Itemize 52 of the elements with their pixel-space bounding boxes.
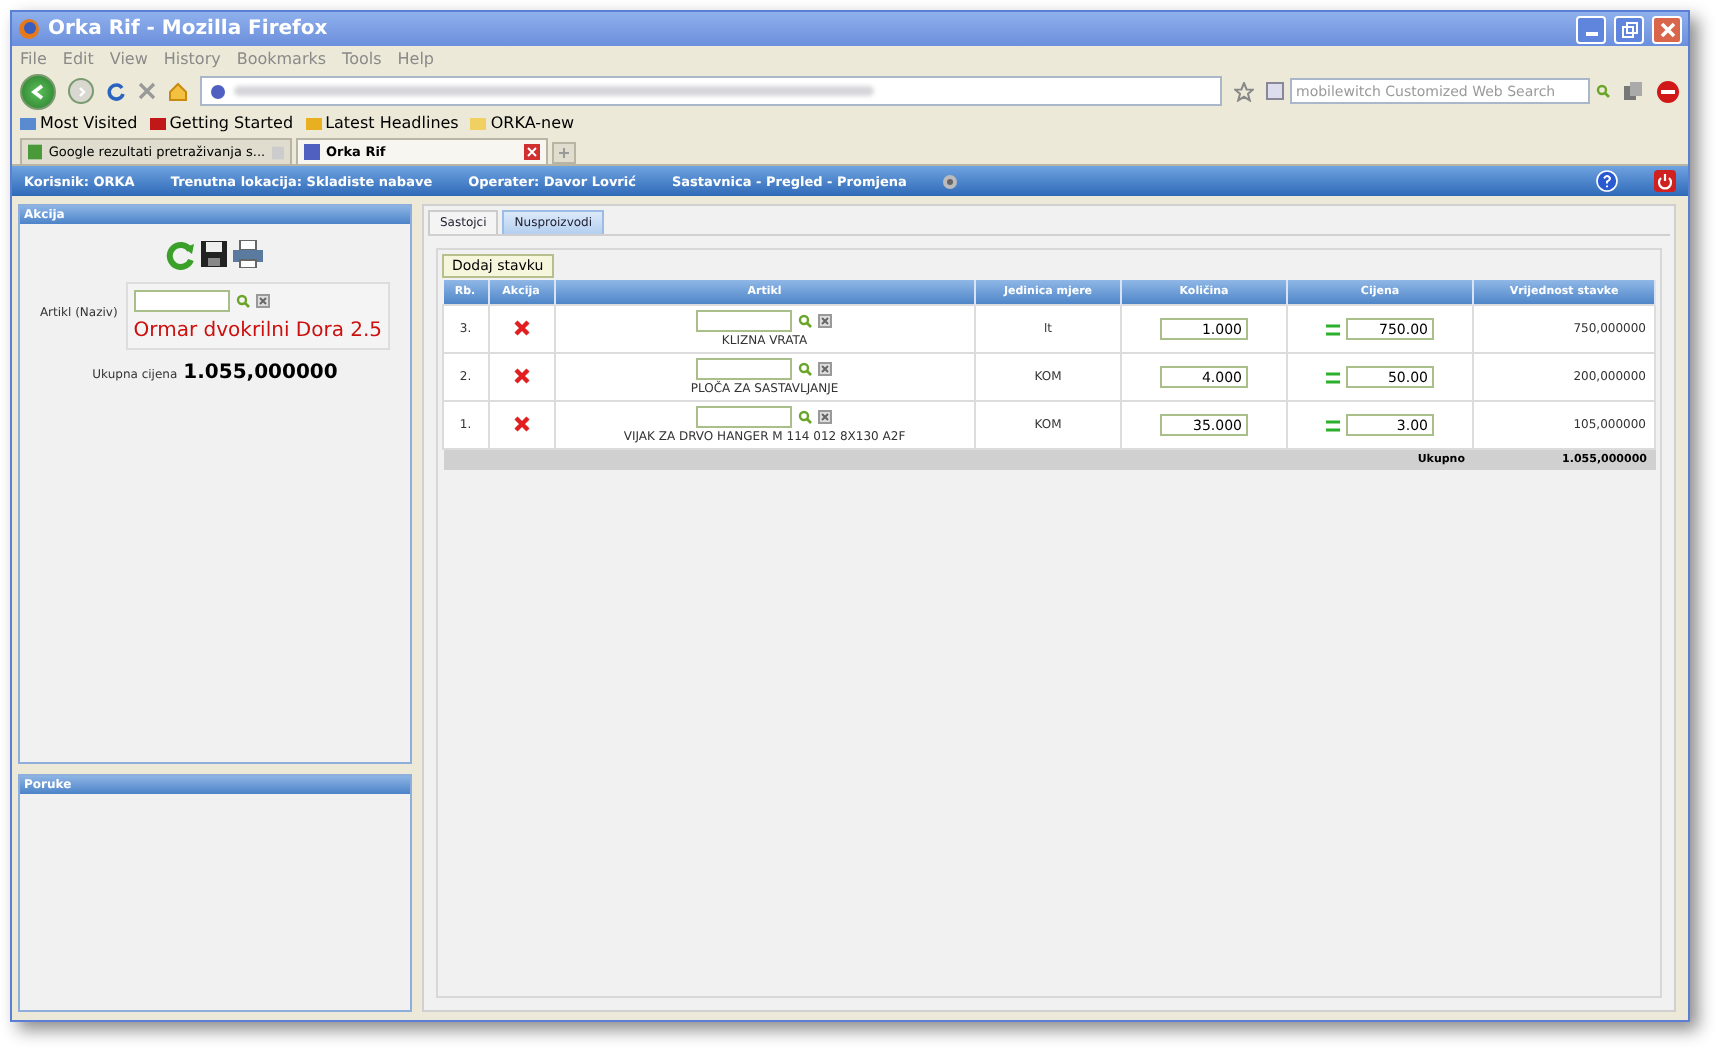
gear-icon[interactable] (942, 173, 959, 189)
close-button[interactable] (1652, 15, 1682, 43)
equals-icon (1326, 323, 1340, 335)
star-icon[interactable] (1234, 81, 1254, 101)
search-icon[interactable] (798, 314, 813, 328)
search-icon (1596, 84, 1610, 98)
restore-icon (1621, 21, 1637, 37)
tab-close-icon[interactable] (524, 144, 540, 160)
bookmark-link[interactable]: ORKA-new (470, 114, 575, 132)
bookmark-link[interactable]: Getting Started (149, 114, 294, 132)
clear-icon[interactable] (818, 362, 833, 376)
address-bar[interactable] (200, 76, 1222, 106)
home-icon[interactable] (168, 81, 188, 101)
delete-icon[interactable] (513, 319, 529, 335)
equals-icon (1326, 371, 1340, 383)
clear-icon[interactable] (818, 410, 833, 424)
browser-logo-icon (18, 18, 40, 40)
article-input[interactable] (696, 406, 793, 428)
equals-icon (1326, 419, 1340, 431)
bookmark-link[interactable]: Latest Headlines (305, 114, 459, 132)
search-engine-icon (1266, 82, 1284, 100)
window-title: Orka Rif - Mozilla Firefox (48, 18, 330, 40)
adblock-icon[interactable] (1656, 79, 1680, 103)
forward-button[interactable] (68, 78, 94, 104)
minimize-button[interactable] (1576, 15, 1606, 43)
article-input[interactable] (696, 358, 793, 380)
article-input[interactable] (133, 290, 230, 312)
bookmark-link[interactable]: Most Visited (20, 114, 138, 132)
search-icon[interactable] (798, 410, 813, 424)
search-icon[interactable] (235, 294, 250, 308)
clear-icon[interactable] (255, 294, 270, 308)
back-button[interactable] (20, 73, 56, 109)
page-icon (28, 144, 43, 160)
clear-icon[interactable] (818, 314, 833, 328)
printer-icon[interactable] (232, 240, 264, 268)
reload-icon[interactable] (106, 81, 126, 101)
power-icon[interactable] (1654, 170, 1676, 192)
delete-icon[interactable] (513, 367, 529, 383)
total-value: 1.055,000000 (183, 362, 338, 384)
new-tab-icon[interactable] (552, 142, 576, 164)
restore-button[interactable] (1614, 15, 1644, 43)
stop-icon[interactable] (138, 82, 156, 100)
delete-icon[interactable] (513, 415, 529, 431)
article-input[interactable] (696, 310, 793, 332)
close-icon (1659, 21, 1675, 37)
site-icon (210, 83, 226, 99)
help-icon[interactable] (1596, 170, 1618, 192)
windows-icon[interactable] (1622, 80, 1644, 102)
save-icon[interactable] (200, 240, 228, 268)
page-icon (304, 144, 320, 160)
search-icon[interactable] (798, 362, 813, 376)
product-name: Ormar dvokrilni Dora 2.5 (133, 320, 383, 342)
